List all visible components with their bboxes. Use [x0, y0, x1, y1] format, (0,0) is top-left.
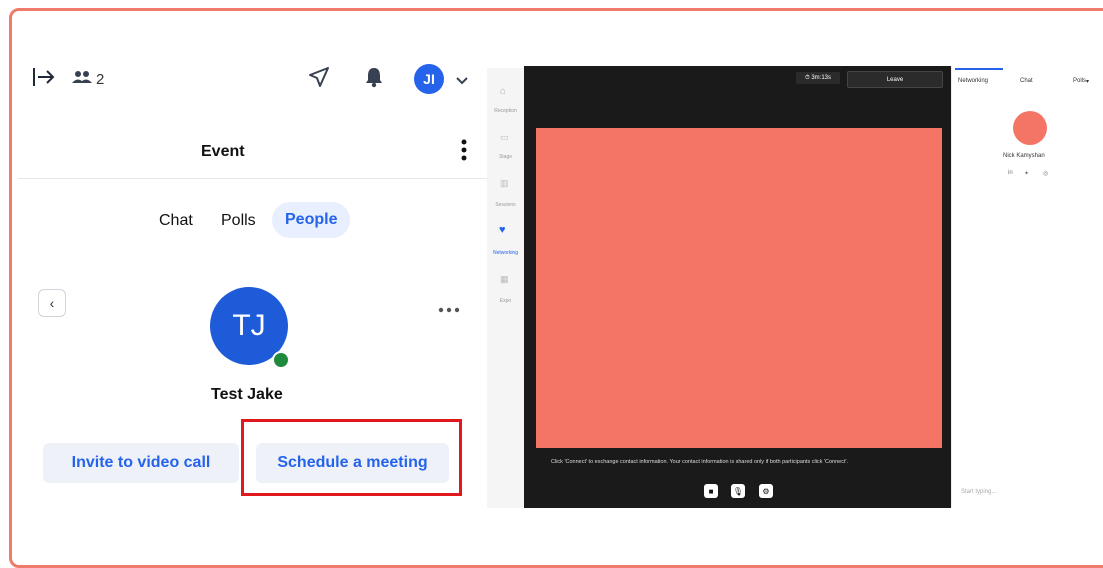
mic-icon[interactable]: 🎙	[731, 484, 745, 498]
header-divider	[18, 178, 488, 179]
invite-to-video-call-button[interactable]: Invite to video call	[43, 443, 239, 483]
tab-polls[interactable]: Polls	[221, 212, 256, 230]
mock-person-name: Nick Kamyshan	[1003, 153, 1045, 159]
panel-title: Event	[201, 143, 245, 160]
chevron-left-icon: ‹	[49, 295, 55, 311]
mock-tab-polls[interactable]: Polls	[1073, 78, 1086, 84]
mock-video-feed	[536, 128, 942, 448]
schedule-a-meeting-button[interactable]: Schedule a meeting	[256, 443, 449, 483]
tab-people[interactable]: People	[272, 202, 351, 238]
mock-nav-reception[interactable]: Reception	[487, 108, 524, 114]
mock-person-avatar	[1013, 111, 1047, 145]
profile-name: Test Jake	[211, 386, 283, 403]
people-icon[interactable]	[72, 70, 92, 89]
user-avatar[interactable]: JI	[414, 64, 444, 94]
chevron-down-small-icon[interactable]: ▾	[1086, 78, 1089, 85]
home-icon[interactable]: ⌂	[500, 86, 506, 97]
mock-caption: Click 'Connect' to exchange contact info…	[551, 459, 849, 465]
globe-icon[interactable]: ◎	[1043, 170, 1048, 177]
mock-nav-stage[interactable]: Stage	[487, 154, 524, 160]
more-vertical-icon[interactable]	[460, 138, 468, 167]
mock-timer: ⏱ 3m:13s	[796, 72, 840, 84]
more-horizontal-icon[interactable]	[438, 300, 460, 318]
camera-icon[interactable]: ■	[704, 484, 718, 498]
sessions-icon: ▥	[500, 178, 509, 188]
expo-icon: ▦	[500, 274, 509, 284]
mock-nav-expo[interactable]: Expo	[487, 298, 524, 304]
bell-icon[interactable]	[364, 66, 384, 93]
mock-leave-button[interactable]: Leave	[847, 71, 943, 88]
mock-nav-sessions[interactable]: Sessions	[487, 202, 524, 208]
chevron-down-icon[interactable]	[455, 73, 469, 91]
mock-chat-input[interactable]: Start typing...	[961, 489, 996, 495]
back-button[interactable]: ‹	[38, 289, 66, 317]
mock-tab-networking[interactable]: Networking	[958, 78, 988, 84]
linkedin-icon[interactable]: in	[1008, 170, 1013, 176]
exit-icon[interactable]	[32, 66, 56, 94]
mock-nav-sidebar: ⌂ Reception ▭ Stage ▥ Sessions ♥ Network…	[487, 68, 524, 508]
online-status-indicator	[272, 351, 290, 369]
people-count: 2	[96, 71, 105, 88]
settings-gear-icon[interactable]: ⚙	[759, 484, 773, 498]
stage-icon: ▭	[500, 132, 509, 142]
mock-nav-networking[interactable]: Networking	[487, 250, 524, 256]
networking-icon: ♥	[499, 224, 506, 236]
mock-tab-indicator	[955, 68, 1003, 70]
mock-tab-chat[interactable]: Chat	[1020, 78, 1033, 84]
tab-chat[interactable]: Chat	[159, 212, 193, 230]
twitter-icon[interactable]: ✦	[1024, 170, 1029, 177]
send-icon[interactable]	[308, 66, 330, 93]
